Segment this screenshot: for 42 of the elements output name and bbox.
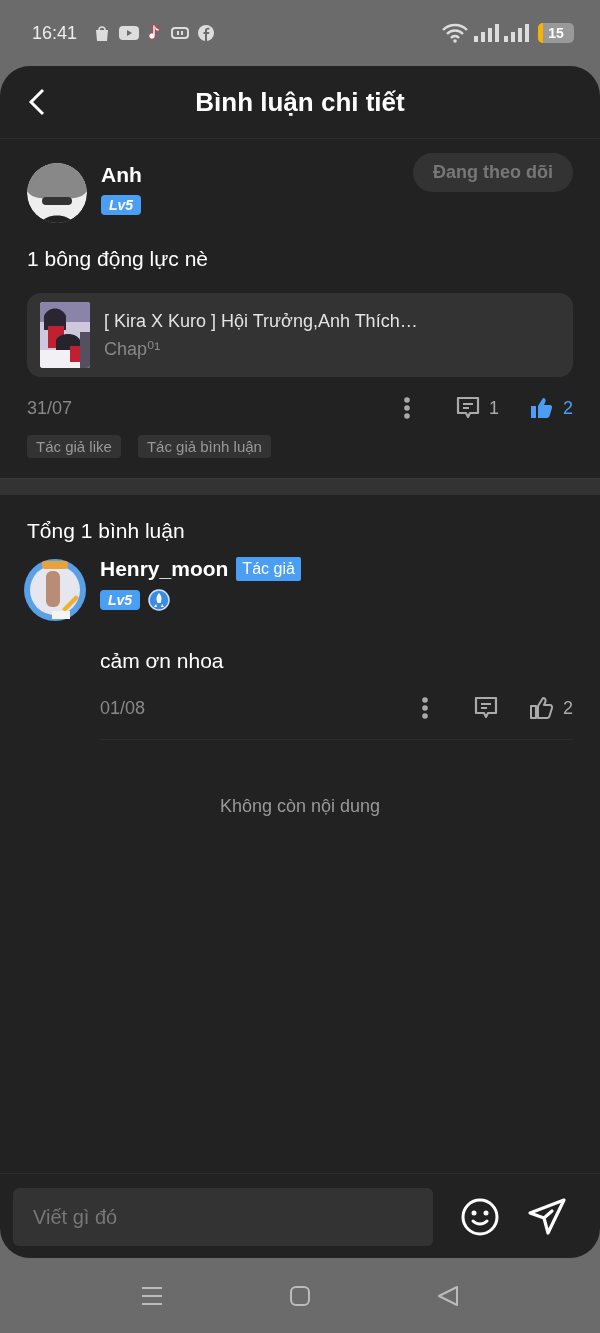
wifi-icon — [441, 23, 469, 43]
thumbs-up-icon[interactable] — [529, 396, 555, 420]
comment-input[interactable]: Viết gì đó — [13, 1188, 433, 1246]
more-icon[interactable] — [421, 696, 429, 720]
author-badge: Tác giả — [236, 557, 301, 581]
author-name[interactable]: Anh — [101, 163, 399, 187]
level-badge: Lv5 — [101, 195, 142, 215]
status-time: 16:41 — [32, 22, 78, 44]
author-tag: Tác giả bình luận — [137, 435, 271, 458]
comment-date: 01/08 — [100, 697, 146, 719]
comments-count: Tổng 1 bình luận — [27, 519, 186, 543]
home-square-icon[interactable] — [289, 1284, 311, 1307]
work-title: [ Kira X Kuro ] Hội Trưởng,Anh Thích… — [104, 310, 418, 332]
level-badge: Lv5 — [100, 590, 141, 610]
reply-count: 1 — [488, 397, 499, 419]
page-title: Bình luận chi tiết — [195, 86, 405, 118]
author-name[interactable]: Henry_moon — [100, 557, 229, 581]
comment-icon[interactable] — [473, 695, 499, 721]
end-note: Không còn nội dung — [218, 796, 382, 817]
round-logo-icon — [197, 24, 216, 42]
chapter-label: Chap⁰¹ — [104, 337, 162, 360]
signal-icon — [474, 23, 499, 43]
emoji-icon[interactable] — [460, 1197, 500, 1237]
menu-icon[interactable] — [141, 1285, 163, 1306]
comment-text: cảm ơn nhoa — [100, 649, 225, 673]
back-triangle-icon[interactable] — [437, 1284, 459, 1307]
play-icon — [119, 25, 140, 41]
battery-icon: 15 — [538, 23, 574, 43]
like-count: 2 — [563, 697, 573, 719]
thumbs-up-icon[interactable] — [529, 696, 555, 720]
author-tag: Tác giả like — [27, 435, 121, 458]
back-icon[interactable] — [28, 88, 46, 116]
send-icon[interactable] — [527, 1197, 567, 1237]
rocket-badge-icon — [148, 589, 171, 611]
gamepad-icon — [171, 26, 190, 40]
more-icon[interactable] — [402, 396, 411, 420]
like-count: 2 — [563, 397, 573, 419]
comment-icon[interactable] — [454, 395, 481, 421]
signal-icon — [504, 23, 529, 43]
work-card[interactable]: [ Kira X Kuro ] Hội Trưởng,Anh Thích… Chap⁰¹ — [27, 293, 573, 377]
post-date: 31/07 — [27, 397, 73, 419]
post-text: 1 bông động lực nè — [27, 247, 210, 271]
